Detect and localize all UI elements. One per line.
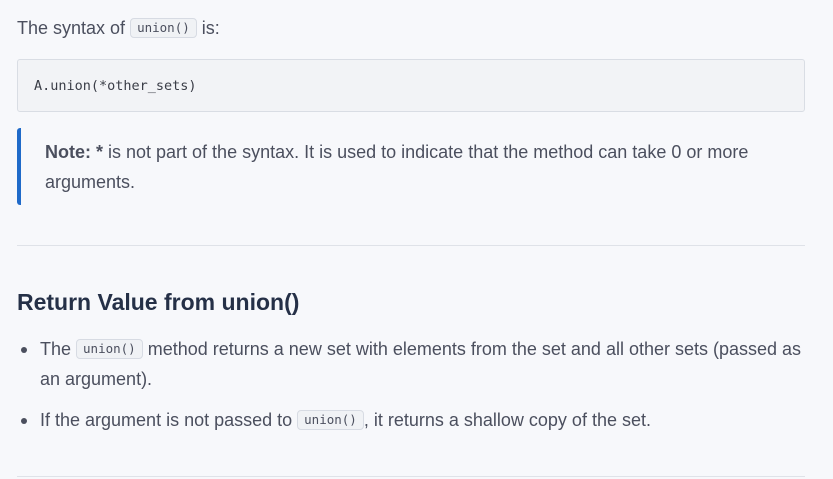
list-item-after: method returns a new set with elements f… — [40, 339, 802, 389]
article-content: The syntax of union() is: A.union(*other… — [0, 0, 833, 479]
bullet-icon — [21, 347, 27, 353]
syntax-intro-before: The syntax of — [17, 18, 131, 38]
list-item: If the argument is not passed to union()… — [17, 405, 807, 435]
syntax-code-block[interactable]: A.union(*other_sets) — [17, 59, 805, 112]
syntax-intro-after: is: — [196, 18, 220, 38]
note-callout: Note: * is not part of the syntax. It is… — [17, 128, 805, 205]
inline-code-union: union() — [130, 18, 197, 38]
syntax-intro: The syntax of union() is: — [17, 15, 220, 41]
bullet-icon — [21, 418, 27, 424]
inline-code-union: union() — [297, 410, 364, 430]
section-divider — [17, 476, 805, 477]
return-value-list: The union() method returns a new set wit… — [17, 334, 807, 435]
note-text: is not part of the syntax. It is used to… — [45, 142, 749, 192]
list-item: The union() method returns a new set wit… — [17, 334, 807, 394]
inline-code-union: union() — [76, 339, 143, 359]
section-heading: Return Value from union() — [17, 289, 300, 315]
section-divider — [17, 245, 805, 246]
list-item-before: If the argument is not passed to — [40, 410, 298, 430]
syntax-code[interactable]: A.union(*other_sets) — [34, 78, 197, 94]
note-label: Note: * — [45, 142, 103, 162]
list-item-after: , it returns a shallow copy of the set. — [363, 410, 651, 430]
list-item-before: The — [40, 339, 77, 359]
